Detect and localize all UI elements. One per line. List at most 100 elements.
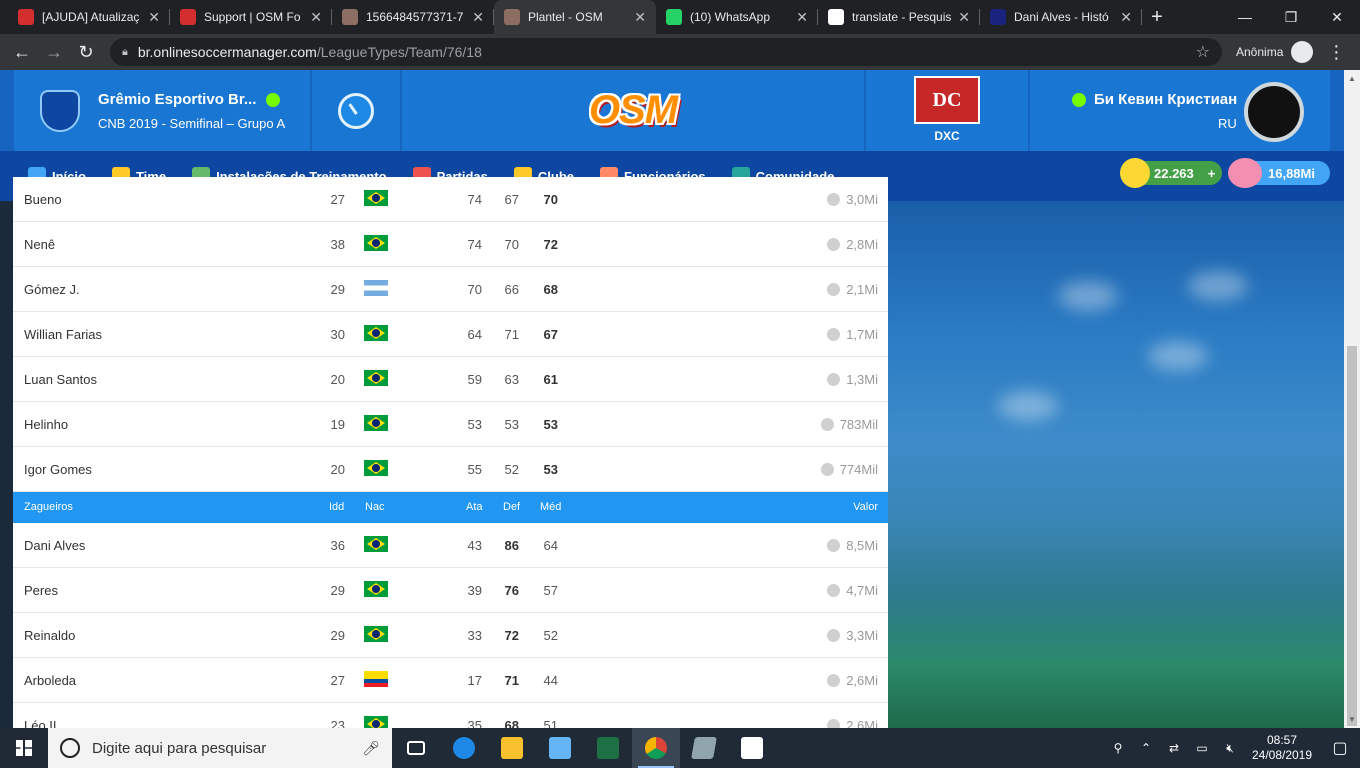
column-overall[interactable]: Méd xyxy=(540,501,561,513)
taskbar-app-bilhete[interactable] xyxy=(728,728,776,768)
start-button[interactable] xyxy=(0,728,48,768)
player-row[interactable]: Nenê 38 74 70 72 2,8Mi xyxy=(13,222,888,267)
tab-close-icon[interactable]: ✕ xyxy=(310,9,322,26)
coin-icon xyxy=(827,193,841,206)
page-scrollbar[interactable]: ▲ ▼ xyxy=(1344,70,1360,728)
forward-button[interactable]: → xyxy=(38,36,70,68)
player-name[interactable]: Dani Alves xyxy=(24,538,85,553)
player-name[interactable]: Peres xyxy=(24,583,58,598)
incognito-indicator[interactable]: Anônima xyxy=(1236,41,1314,63)
browser-tab[interactable]: Dani Alves - Histó ✕ xyxy=(980,0,1142,34)
browser-tab[interactable]: (10) WhatsApp ✕ xyxy=(656,0,818,34)
player-name[interactable]: Igor Gomes xyxy=(24,462,92,477)
teamviewer-icon[interactable]: ⇄ xyxy=(1160,741,1188,755)
player-name[interactable]: Gómez J. xyxy=(24,282,80,297)
savings-badge[interactable]: 16,88Mi xyxy=(1228,158,1330,188)
player-name[interactable]: Bueno xyxy=(24,192,62,207)
player-row[interactable]: Peres 29 39 76 57 4,7Mi xyxy=(13,568,888,613)
nationality-flag-icon xyxy=(364,460,388,476)
player-row[interactable]: Arboleda 27 17 71 44 2,6Mi xyxy=(13,658,888,703)
maximize-button[interactable]: ❐ xyxy=(1268,0,1314,34)
nationality-flag-icon xyxy=(364,190,388,206)
tab-close-icon[interactable]: ✕ xyxy=(958,9,970,26)
coin-icon xyxy=(827,373,841,386)
taskbar-excel[interactable] xyxy=(584,728,632,768)
manager-card[interactable]: Би Кевин Кристиан RU xyxy=(1030,70,1330,151)
player-value-text: 4,7Mi xyxy=(846,583,878,598)
tab-close-icon[interactable]: ✕ xyxy=(148,9,160,26)
player-age: 27 xyxy=(330,192,345,207)
browser-menu-icon[interactable]: ⋮ xyxy=(1327,42,1345,63)
browser-tab[interactable]: 1566484577371-7 ✕ xyxy=(332,0,494,34)
column-nationality[interactable]: Nac xyxy=(365,501,385,513)
show-hidden-icons[interactable]: ⌃ xyxy=(1132,741,1160,755)
browser-tab[interactable]: [AJUDA] Atualizaç ✕ xyxy=(8,0,170,34)
player-attack: 33 xyxy=(467,628,482,643)
player-row[interactable]: Dani Alves 36 43 86 64 8,5Mi xyxy=(13,523,888,568)
player-row[interactable]: Igor Gomes 20 55 52 53 774Mil xyxy=(13,447,888,492)
player-defense: 72 xyxy=(504,628,519,643)
minimize-button[interactable]: — xyxy=(1222,0,1268,34)
player-row[interactable]: Reinaldo 29 33 72 52 3,3Mi xyxy=(13,613,888,658)
taskbar-file-explorer[interactable] xyxy=(488,728,536,768)
player-name[interactable]: Willian Farias xyxy=(24,327,102,342)
player-row[interactable]: Willian Farias 30 64 71 67 1,7Mi xyxy=(13,312,888,357)
notifications-icon[interactable]: ▢ xyxy=(1320,738,1360,758)
tab-close-icon[interactable]: ✕ xyxy=(634,9,646,26)
microphone-icon[interactable]: 🎤︎ xyxy=(362,740,380,757)
taskbar-chrome[interactable] xyxy=(632,728,680,768)
player-row[interactable]: Luan Santos 20 59 63 61 1,3Mi xyxy=(13,357,888,402)
column-value[interactable]: Valor xyxy=(853,501,878,513)
tab-close-icon[interactable]: ✕ xyxy=(796,9,808,26)
column-age[interactable]: Idd xyxy=(329,501,344,513)
tab-favicon-icon xyxy=(666,9,682,25)
column-attack[interactable]: Ata xyxy=(466,501,483,513)
tab-close-icon[interactable]: ✕ xyxy=(1120,9,1132,26)
player-name[interactable]: Luan Santos xyxy=(24,372,97,387)
new-tab-button[interactable]: + xyxy=(1142,0,1172,34)
volume-muted-icon[interactable]: 🔇︎ xyxy=(1216,741,1244,756)
address-bar[interactable]: 🔒︎ br.onlinesoccermanager.com/LeagueType… xyxy=(110,38,1222,66)
network-icon[interactable]: ▭ xyxy=(1188,741,1216,755)
back-button[interactable]: ← xyxy=(6,36,38,68)
coin-icon xyxy=(827,584,841,597)
taskbar-app-contacts[interactable] xyxy=(536,728,584,768)
player-name[interactable]: Helinho xyxy=(24,417,68,432)
taskbar-search[interactable]: Digite aqui para pesquisar 🎤︎ xyxy=(48,728,392,768)
tab-favicon-icon xyxy=(342,9,358,25)
player-row[interactable]: Helinho 19 53 53 53 783Mil xyxy=(13,402,888,447)
buy-coins-button[interactable]: + xyxy=(1208,166,1216,181)
people-icon[interactable]: ⚲ xyxy=(1104,741,1132,755)
opponent-card[interactable]: DC DXC xyxy=(866,70,1028,151)
scroll-down-icon[interactable]: ▼ xyxy=(1348,715,1356,724)
task-view-button[interactable] xyxy=(392,728,440,768)
taskbar-edge[interactable] xyxy=(440,728,488,768)
browser-tab[interactable]: Plantel - OSM ✕ xyxy=(494,0,656,34)
player-name[interactable]: Nenê xyxy=(24,237,55,252)
bookmark-star-icon[interactable]: ☆ xyxy=(1196,42,1210,62)
boss-coins-badge[interactable]: 22.263 + xyxy=(1120,158,1222,188)
tab-close-icon[interactable]: ✕ xyxy=(472,9,484,26)
player-row[interactable]: Bueno 27 74 67 70 3,0Mi xyxy=(13,177,888,222)
player-overall: 67 xyxy=(543,327,558,342)
browser-tab[interactable]: Support | OSM Fo ✕ xyxy=(170,0,332,34)
player-name[interactable]: Arboleda xyxy=(24,673,76,688)
player-value-text: 2,1Mi xyxy=(846,282,878,297)
taskbar-app-notes[interactable] xyxy=(680,728,728,768)
scroll-thumb[interactable] xyxy=(1347,346,1357,726)
timer-card[interactable] xyxy=(312,70,400,151)
scroll-up-icon[interactable]: ▲ xyxy=(1348,74,1356,83)
player-name[interactable]: Reinaldo xyxy=(24,628,75,643)
osm-logo-card[interactable]: OSM xyxy=(402,70,864,151)
nationality-flag-icon xyxy=(364,415,388,431)
close-window-button[interactable]: ✕ xyxy=(1314,0,1360,34)
taskbar-clock[interactable]: 08:57 24/08/2019 xyxy=(1244,733,1320,763)
browser-tab[interactable]: translate - Pesquis ✕ xyxy=(818,0,980,34)
piggy-bank-icon xyxy=(1228,158,1262,188)
reload-button[interactable]: ↻ xyxy=(70,36,102,68)
column-defense[interactable]: Def xyxy=(503,501,520,513)
tab-favicon-icon xyxy=(18,9,34,25)
club-card[interactable]: Grêmio Esportivo Br... CNB 2019 - Semifi… xyxy=(14,70,310,151)
osm-logo: OSM xyxy=(588,88,678,132)
player-row[interactable]: Gómez J. 29 70 66 68 2,1Mi xyxy=(13,267,888,312)
